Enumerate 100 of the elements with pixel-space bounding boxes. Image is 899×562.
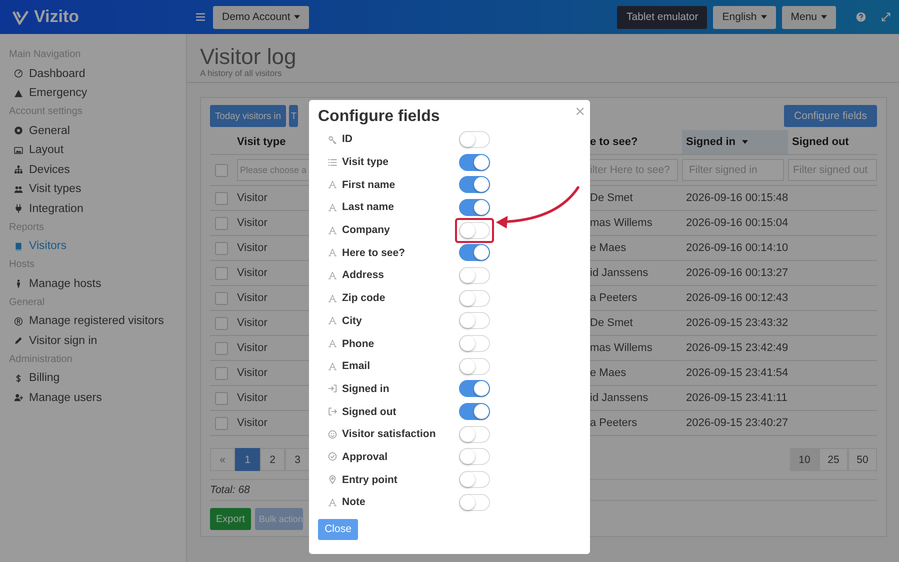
page-title: Visitor log bbox=[200, 46, 298, 68]
table-cell-text: mas Willems bbox=[590, 217, 654, 229]
page-size-button[interactable]: 25 bbox=[819, 448, 848, 471]
table-cell-text: 2026-09-15 23:41:54 bbox=[685, 367, 788, 379]
row-checkbox[interactable] bbox=[215, 192, 228, 204]
logo-icon bbox=[12, 8, 29, 26]
sidebar-item[interactable]: Manage registered visitors bbox=[0, 312, 186, 331]
field-label: Note bbox=[342, 496, 366, 508]
sidebar-item[interactable]: Visitors bbox=[0, 236, 186, 256]
text-icon bbox=[328, 180, 337, 190]
check-circle-icon bbox=[328, 452, 337, 462]
row-checkbox[interactable] bbox=[215, 266, 228, 280]
key-icon bbox=[328, 134, 337, 144]
language-dropdown[interactable]: English bbox=[713, 6, 776, 28]
table-cell-text: Visitor bbox=[237, 242, 268, 254]
text-icon bbox=[328, 362, 337, 371]
sidebar-item[interactable]: Billing bbox=[0, 368, 186, 388]
toggle-switch[interactable] bbox=[459, 154, 490, 171]
table-cell-text: 2026-09-15 23:43:32 bbox=[685, 317, 788, 329]
table-cell-text: a Peeters bbox=[590, 292, 638, 304]
row-checkbox[interactable] bbox=[215, 342, 228, 354]
close-dialog-button[interactable]: Close bbox=[318, 518, 358, 540]
row-checkbox[interactable] bbox=[215, 416, 228, 430]
sidebar-item[interactable]: Emergency bbox=[0, 84, 186, 103]
gauge-icon bbox=[14, 69, 23, 78]
toggle-switch[interactable] bbox=[459, 198, 490, 216]
field-label: Visitor satisfaction bbox=[342, 428, 437, 440]
account-dropdown[interactable]: Demo Account bbox=[213, 6, 310, 28]
sidebar-item[interactable]: General bbox=[0, 121, 186, 140]
filter-button[interactable]: Today visitors in bbox=[210, 105, 286, 127]
row-checkbox[interactable] bbox=[215, 392, 228, 404]
row-checkbox[interactable] bbox=[215, 292, 228, 304]
field-label: Zip code bbox=[342, 292, 386, 304]
expand-icon[interactable] bbox=[881, 12, 891, 22]
row-checkbox[interactable] bbox=[215, 366, 228, 380]
table-cell-text: De Smet bbox=[590, 192, 634, 204]
page-button[interactable]: 2 bbox=[260, 448, 285, 471]
warning-icon bbox=[14, 88, 23, 98]
toggle-switch[interactable] bbox=[459, 244, 490, 262]
field-label: Phone bbox=[342, 338, 376, 350]
toggle-switch[interactable] bbox=[459, 380, 490, 398]
field-label: Email bbox=[342, 360, 372, 372]
configure-fields-button[interactable]: Configure fields bbox=[784, 105, 877, 127]
toggle-switch[interactable] bbox=[459, 403, 490, 420]
person-icon bbox=[14, 279, 23, 288]
table-cell-text: Visitor bbox=[237, 217, 268, 229]
column-header[interactable]: e to see? bbox=[590, 130, 682, 154]
logo-text[interactable]: Vizito bbox=[34, 7, 80, 27]
field-label: Visit type bbox=[342, 156, 390, 168]
dollar-icon bbox=[14, 374, 23, 383]
sidebar-item[interactable]: Visit types bbox=[0, 180, 186, 199]
row-checkbox[interactable] bbox=[215, 242, 228, 254]
page-button[interactable]: 3 bbox=[285, 448, 310, 471]
caret-icon bbox=[821, 15, 827, 19]
column-header[interactable]: Signed out bbox=[788, 130, 877, 154]
table-cell-text: 2026-09-16 00:13:27 bbox=[685, 267, 788, 279]
export-button[interactable]: Export bbox=[210, 508, 251, 530]
table-cell-text: Visitor bbox=[237, 192, 268, 204]
field-label: Company bbox=[342, 224, 391, 236]
page-size-button[interactable]: 50 bbox=[848, 448, 877, 471]
caret-icon bbox=[294, 15, 300, 19]
previous-page-button[interactable]: « bbox=[210, 448, 235, 471]
table-cell-text: 2026-09-15 23:42:49 bbox=[685, 342, 788, 354]
help-icon[interactable] bbox=[856, 12, 866, 22]
table-cell-text: 2026-09-16 00:12:43 bbox=[685, 292, 788, 304]
field-label: First name bbox=[342, 178, 396, 191]
menu-dropdown[interactable]: Menu bbox=[782, 6, 836, 28]
sidebar-item[interactable]: Dashboard bbox=[0, 64, 186, 84]
column-header[interactable]: Visit type bbox=[237, 130, 309, 154]
page-size-button[interactable]: 10 bbox=[790, 448, 819, 471]
sidebar-item[interactable]: Devices bbox=[0, 160, 186, 180]
sign-out-icon bbox=[328, 407, 337, 416]
book-icon bbox=[14, 242, 23, 251]
sidebar-item[interactable]: Manage hosts bbox=[0, 274, 186, 294]
column-header[interactable]: Signed in bbox=[682, 130, 788, 154]
field-label: Signed out bbox=[342, 406, 398, 418]
table-cell-text: 2026-09-15 23:40:27 bbox=[685, 417, 788, 429]
field-label: ID bbox=[342, 133, 354, 146]
sidebar-item[interactable]: Layout bbox=[0, 140, 186, 160]
sort-caret-icon bbox=[742, 140, 748, 144]
table-cell-text: Visitor bbox=[237, 342, 268, 354]
row-checkbox[interactable] bbox=[215, 216, 228, 230]
field-label: Last name bbox=[342, 201, 395, 214]
select-all-checkbox[interactable] bbox=[215, 164, 228, 176]
text-icon bbox=[328, 270, 337, 280]
sidebar-item[interactable]: Manage users bbox=[0, 388, 186, 408]
menu-icon[interactable] bbox=[196, 13, 205, 21]
text-icon bbox=[328, 226, 337, 235]
sidebar-item[interactable]: Integration bbox=[0, 199, 186, 218]
row-checkbox[interactable] bbox=[215, 316, 228, 330]
text-icon bbox=[328, 339, 337, 348]
table-cell-text: Visitor bbox=[237, 292, 268, 304]
filter-button[interactable]: T bbox=[288, 105, 298, 127]
toggle-switch[interactable] bbox=[459, 176, 490, 194]
field-label: Approval bbox=[342, 450, 389, 463]
tablet-emulator-button[interactable]: Tablet emulator bbox=[617, 6, 708, 28]
list-icon bbox=[328, 158, 337, 167]
caret-icon bbox=[760, 15, 767, 19]
page-button[interactable]: 1 bbox=[235, 448, 260, 471]
sidebar-item[interactable]: Visitor sign in bbox=[0, 331, 186, 350]
